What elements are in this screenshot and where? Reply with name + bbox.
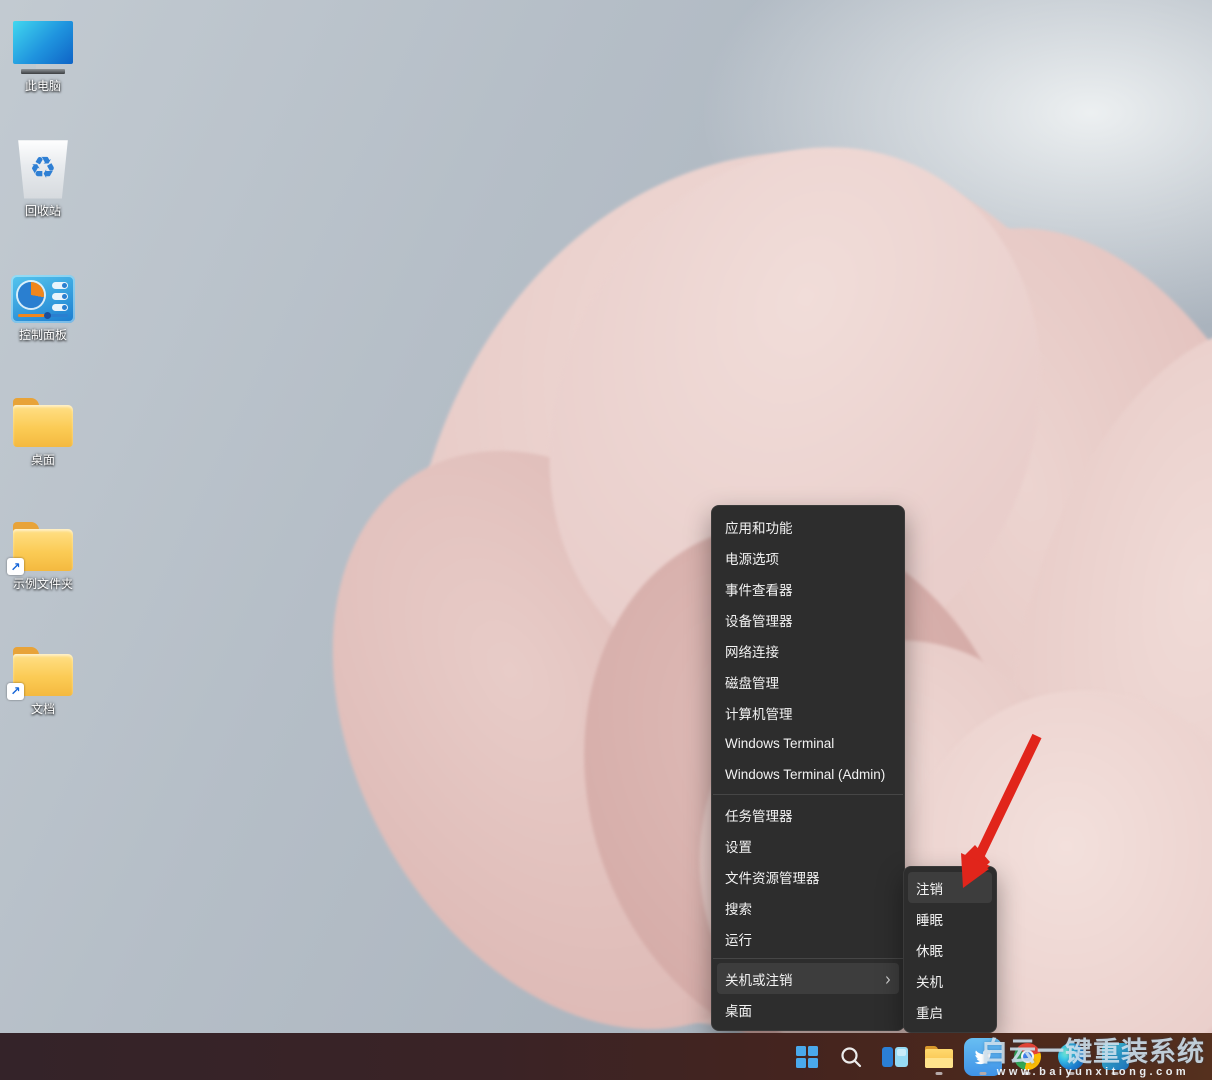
desktop-icon-label: 控制面板 <box>19 328 67 342</box>
menu-item-disk-management[interactable]: 磁盘管理 <box>717 666 899 697</box>
menu-item-network-connections[interactable]: 网络连接 <box>717 635 899 666</box>
menu-item-device-manager[interactable]: 设备管理器 <box>717 604 899 635</box>
file-explorer-icon <box>925 1046 953 1068</box>
twitter-icon <box>964 1038 1002 1076</box>
submenu-item-label: 休眠 <box>916 940 943 960</box>
menu-item-event-viewer[interactable]: 事件查看器 <box>717 573 899 604</box>
taskbar-button-start[interactable] <box>787 1037 827 1077</box>
taskbar-button-search[interactable] <box>831 1037 871 1077</box>
running-indicator <box>1112 1072 1119 1075</box>
search-icon <box>839 1045 863 1069</box>
taskbar-button-edge[interactable] <box>1051 1037 1091 1077</box>
submenu-item-sign-out[interactable]: 注销 <box>908 872 992 903</box>
submenu-item-label: 关机 <box>916 971 943 991</box>
menu-item-power-options[interactable]: 电源选项 <box>717 542 899 573</box>
taskbar-button-task-view[interactable] <box>875 1037 915 1077</box>
desktop-icon-desktop-folder[interactable]: 桌面 <box>0 382 86 507</box>
control-panel-icon <box>11 275 75 323</box>
menu-item-label: 桌面 <box>725 1000 752 1020</box>
app-icon <box>1102 1043 1129 1070</box>
windows-desktop: 此电脑 ♻ 回收站 控制面板 桌面 ↗ 示例文件夹 ↗ 文档 应用和功能电源选项… <box>0 0 1212 1080</box>
submenu-item-label: 重启 <box>916 1002 943 1022</box>
desktop-icon-recycle-bin[interactable]: ♻ 回收站 <box>0 133 86 258</box>
menu-separator <box>713 794 903 795</box>
running-indicator <box>980 1072 987 1075</box>
menu-item-apps-and-features[interactable]: 应用和功能 <box>717 511 899 542</box>
submenu-chevron-icon: › <box>885 967 891 990</box>
menu-item-label: 应用和功能 <box>725 517 793 537</box>
desktop-icon-control-panel[interactable]: 控制面板 <box>0 257 86 382</box>
taskbar-icon-group <box>787 1033 1135 1080</box>
menu-item-label: 网络连接 <box>725 641 779 661</box>
shortcut-arrow-icon: ↗ <box>7 683 24 700</box>
menu-item-label: 设备管理器 <box>725 610 793 630</box>
taskbar: 白云一键重装系统 www.baiyunxitong.com <box>0 1033 1212 1080</box>
shortcut-arrow-icon: ↗ <box>7 558 24 575</box>
menu-item-label: 运行 <box>725 929 752 949</box>
submenu-item-restart[interactable]: 重启 <box>908 996 992 1027</box>
menu-item-label: 关机或注销 <box>725 969 793 989</box>
monitor-icon <box>13 21 73 74</box>
menu-item-label: Windows Terminal <box>725 736 834 751</box>
menu-separator <box>713 958 903 959</box>
menu-item-label: 文件资源管理器 <box>725 867 820 887</box>
desktop-icon-label: 回收站 <box>25 204 61 218</box>
running-indicator <box>1068 1072 1075 1075</box>
submenu-item-label: 睡眠 <box>916 909 943 929</box>
taskbar-button-file-explorer[interactable] <box>919 1037 959 1077</box>
running-indicator <box>936 1072 943 1075</box>
desktop-icon-label: 桌面 <box>31 453 55 467</box>
desktop-icon-grid: 此电脑 ♻ 回收站 控制面板 桌面 ↗ 示例文件夹 ↗ 文档 <box>0 8 86 755</box>
running-indicator <box>1024 1072 1031 1075</box>
menu-item-label: 任务管理器 <box>725 805 793 825</box>
submenu-item-shut-down[interactable]: 关机 <box>908 965 992 996</box>
menu-item-label: 事件查看器 <box>725 579 793 599</box>
windows-logo-icon <box>795 1045 819 1069</box>
menu-item-label: Windows Terminal (Admin) <box>725 767 885 782</box>
menu-item-label: 磁盘管理 <box>725 672 779 692</box>
menu-item-settings[interactable]: 设置 <box>717 830 899 861</box>
taskbar-button-twitter[interactable] <box>963 1037 1003 1077</box>
wallpaper-bloom <box>0 0 1212 1080</box>
taskbar-button-app[interactable] <box>1095 1037 1135 1077</box>
desktop-icon-this-pc[interactable]: 此电脑 <box>0 8 86 133</box>
desktop-icon-label: 示例文件夹 <box>13 577 73 591</box>
menu-item-label: 电源选项 <box>725 548 779 568</box>
desktop-icon-sample-folder[interactable]: ↗ 示例文件夹 <box>0 506 86 631</box>
chrome-icon <box>1014 1043 1041 1070</box>
menu-item-desktop[interactable]: 桌面 <box>717 994 899 1025</box>
shutdown-submenu: 注销睡眠休眠关机重启 <box>903 866 997 1033</box>
menu-item-search[interactable]: 搜索 <box>717 892 899 923</box>
menu-item-run[interactable]: 运行 <box>717 923 899 954</box>
recycle-bin-icon: ♻ <box>16 139 70 199</box>
menu-item-label: 设置 <box>725 836 752 856</box>
taskbar-button-chrome[interactable] <box>1007 1037 1047 1077</box>
edge-icon <box>1058 1043 1085 1070</box>
menu-item-windows-terminal[interactable]: Windows Terminal <box>717 728 899 759</box>
desktop-icon-documents-folder[interactable]: ↗ 文档 <box>0 631 86 756</box>
desktop-icon-label: 文档 <box>31 702 55 716</box>
submenu-item-label: 注销 <box>916 878 943 898</box>
folder-icon <box>12 398 74 448</box>
menu-item-label: 搜索 <box>725 898 752 918</box>
menu-item-windows-terminal-admin[interactable]: Windows Terminal (Admin) <box>717 759 899 790</box>
menu-item-computer-management[interactable]: 计算机管理 <box>717 697 899 728</box>
menu-item-label: 计算机管理 <box>725 703 793 723</box>
task-view-icon <box>882 1046 908 1068</box>
menu-item-task-manager[interactable]: 任务管理器 <box>717 799 899 830</box>
desktop-icon-label: 此电脑 <box>25 79 61 93</box>
submenu-item-sleep[interactable]: 睡眠 <box>908 903 992 934</box>
winx-context-menu: 应用和功能电源选项事件查看器设备管理器网络连接磁盘管理计算机管理 Windows … <box>711 505 905 1031</box>
submenu-item-hibernate[interactable]: 休眠 <box>908 934 992 965</box>
menu-item-file-explorer[interactable]: 文件资源管理器 <box>717 861 899 892</box>
menu-item-shutdown-or-signout[interactable]: 关机或注销 › <box>717 963 899 994</box>
